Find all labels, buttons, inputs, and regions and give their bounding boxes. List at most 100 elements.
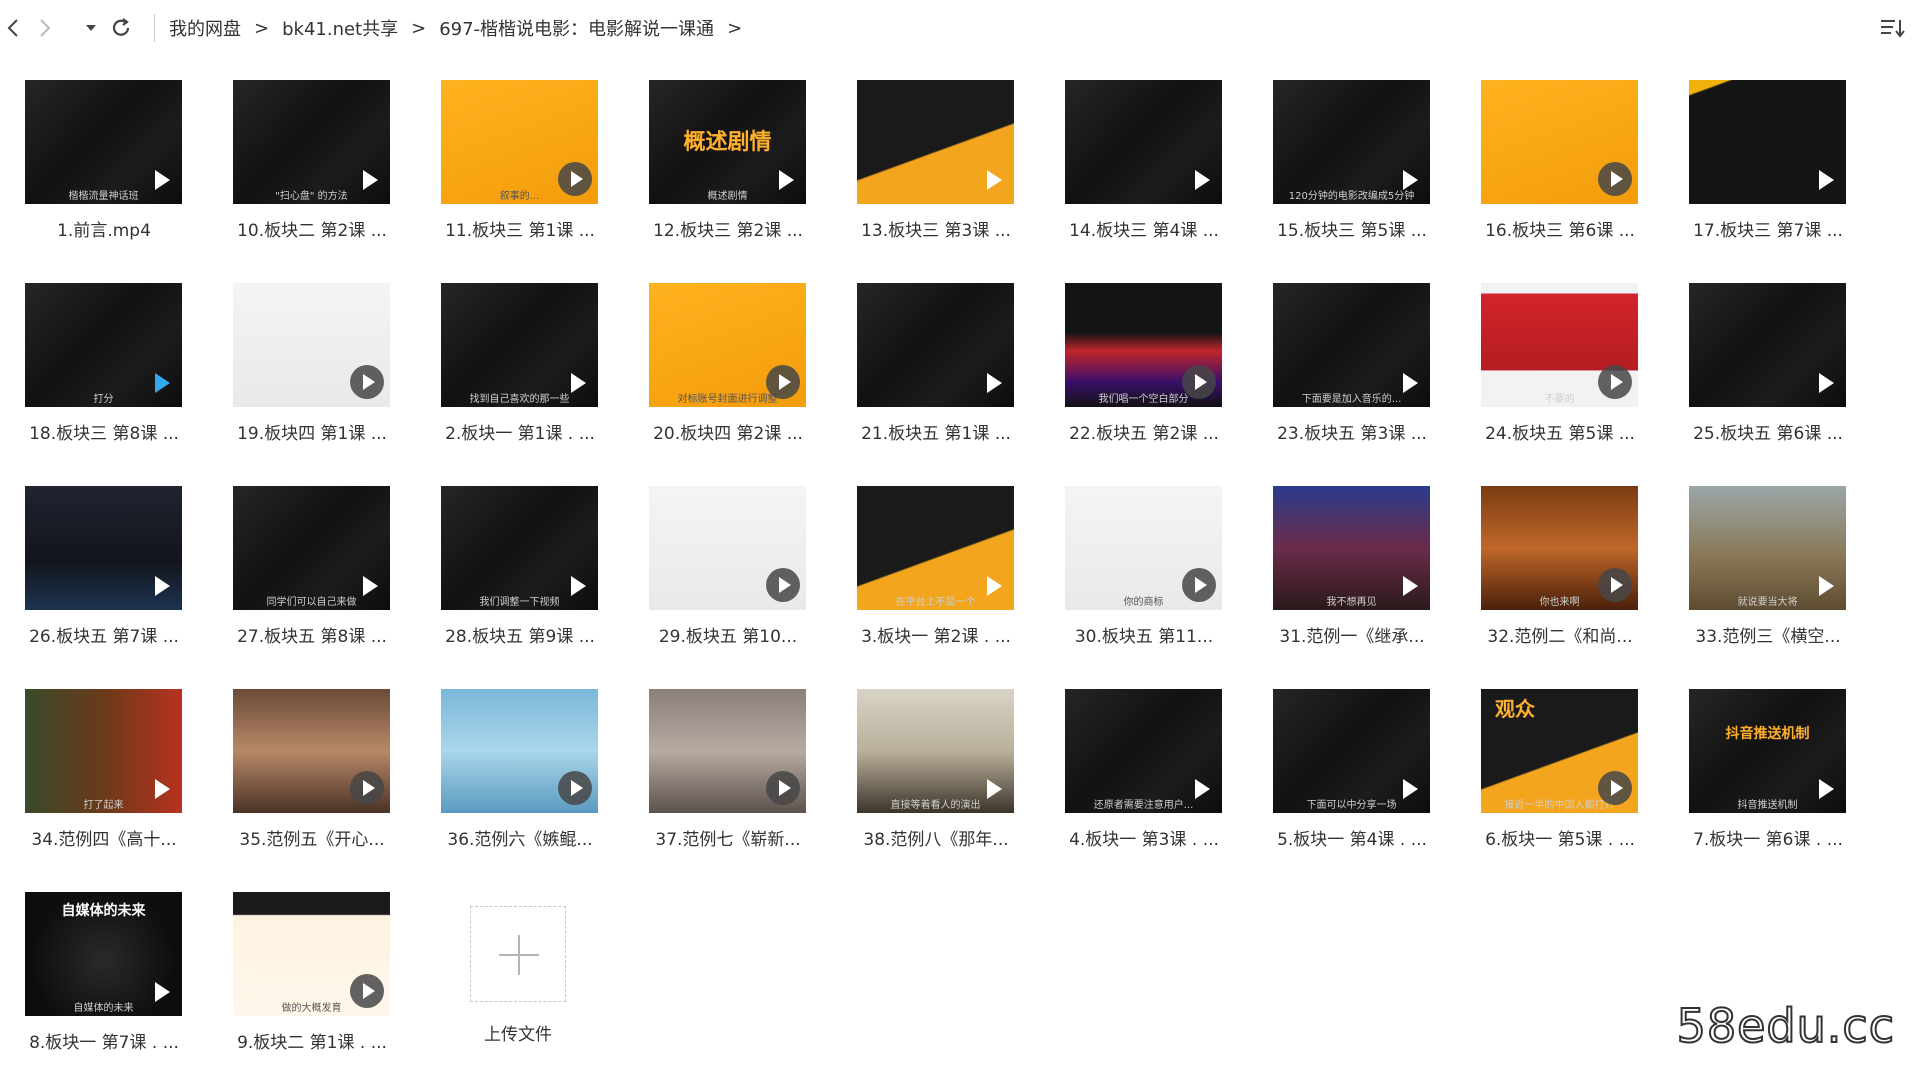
video-thumbnail[interactable] — [25, 486, 182, 610]
video-thumbnail[interactable]: 找到自己喜欢的那一些 — [441, 283, 598, 407]
video-thumbnail[interactable]: 在平台上不是一个 — [857, 486, 1014, 610]
file-name: 25.板块五 第6课 ... — [1693, 424, 1843, 444]
file-item[interactable]: 37.范例七《崭新... — [614, 689, 806, 879]
file-item[interactable]: 对标账号封面进行调整 20.板块四 第2课 ... — [614, 283, 806, 473]
video-thumbnail[interactable] — [857, 283, 1014, 407]
file-item[interactable]: 我们调整一下视频 28.板块五 第9课 ... — [406, 486, 598, 676]
breadcrumb-separator: > — [254, 17, 270, 39]
file-item[interactable]: 你的商标 30.板块五 第11... — [1030, 486, 1222, 676]
history-dropdown[interactable] — [78, 14, 104, 42]
file-item[interactable]: 19.板块四 第1课 ... — [198, 283, 390, 473]
video-thumbnail[interactable] — [1065, 80, 1222, 204]
file-item[interactable]: 25.板块五 第6课 ... — [1654, 283, 1846, 473]
file-name: 30.板块五 第11... — [1074, 627, 1214, 647]
breadcrumb-item[interactable]: 697-楷楷说电影：电影解说一课通 — [439, 15, 714, 41]
video-thumbnail[interactable]: 我们调整一下视频 — [441, 486, 598, 610]
file-item[interactable]: 17.板块三 第7课 ... — [1654, 80, 1846, 270]
file-name: 29.板块五 第10... — [658, 627, 798, 647]
forward-button[interactable] — [32, 14, 58, 42]
video-thumbnail[interactable]: 还原者需要注意用户... — [1065, 689, 1222, 813]
breadcrumb-item[interactable]: bk41.net共享 — [282, 15, 398, 41]
file-item[interactable]: 29.板块五 第10... — [614, 486, 806, 676]
file-item[interactable]: 自媒体的未来 自媒体的未来 8.板块一 第7课 . ... — [0, 892, 182, 1082]
video-thumbnail[interactable]: "扫心盘" 的方法 — [233, 80, 390, 204]
file-item[interactable]: 还原者需要注意用户... 4.板块一 第3课 . ... — [1030, 689, 1222, 879]
file-name: 13.板块三 第3课 ... — [861, 221, 1011, 241]
file-item[interactable]: 我们唱一个空白部分 22.板块五 第2课 ... — [1030, 283, 1222, 473]
file-item[interactable]: 直接等着看人的演出 38.范例八《那年... — [822, 689, 1014, 879]
file-name: 18.板块三 第8课 ... — [29, 424, 179, 444]
file-item[interactable]: 同学们可以自己来做 27.板块五 第8课 ... — [198, 486, 390, 676]
video-thumbnail[interactable] — [1689, 80, 1846, 204]
file-item[interactable]: 26.板块五 第7课 ... — [0, 486, 182, 676]
upload-button[interactable] — [470, 906, 566, 1002]
video-thumbnail[interactable]: 观众 接近一半的中国人都打开 — [1481, 689, 1638, 813]
file-item[interactable]: 就说要当大将 33.范例三《横空... — [1654, 486, 1846, 676]
sort-button[interactable] — [1877, 14, 1907, 42]
file-item[interactable]: "扫心盘" 的方法 10.板块二 第2课 ... — [198, 80, 390, 270]
play-icon — [1819, 576, 1834, 596]
file-item[interactable]: 观众 接近一半的中国人都打开 6.板块一 第5课 . ... — [1446, 689, 1638, 879]
file-item[interactable]: 16.板块三 第6课 ... — [1446, 80, 1638, 270]
video-thumbnail[interactable]: 下面可以中分享一场 — [1273, 689, 1430, 813]
file-name: 37.范例七《崭新... — [655, 830, 801, 850]
file-item[interactable]: 在平台上不是一个 3.板块一 第2课 . ... — [822, 486, 1014, 676]
play-icon — [571, 373, 586, 393]
file-item[interactable]: 我不想再见 31.范例一《继承... — [1238, 486, 1430, 676]
file-item[interactable]: 下面要是加入音乐的... 23.板块五 第3课 ... — [1238, 283, 1430, 473]
video-thumbnail[interactable] — [1689, 283, 1846, 407]
video-thumbnail[interactable]: 下面要是加入音乐的... — [1273, 283, 1430, 407]
file-item[interactable]: 楷楷流量神话班 1.前言.mp4 — [0, 80, 182, 270]
file-item[interactable]: 21.板块五 第1课 ... — [822, 283, 1014, 473]
file-item[interactable]: 叙事的... 11.板块三 第1课 ... — [406, 80, 598, 270]
breadcrumb-item[interactable]: 我的网盘 — [169, 15, 241, 41]
video-thumbnail[interactable]: 我们唱一个空白部分 — [1065, 283, 1222, 407]
video-thumbnail[interactable]: 你也来啊 — [1481, 486, 1638, 610]
file-item[interactable]: 不要的 24.板块五 第5课 ... — [1446, 283, 1638, 473]
file-item[interactable]: 打分 18.板块三 第8课 ... — [0, 283, 182, 473]
video-thumbnail[interactable] — [1481, 80, 1638, 204]
file-item[interactable]: 14.板块三 第4课 ... — [1030, 80, 1222, 270]
file-item[interactable]: 找到自己喜欢的那一些 2.板块一 第1课 . ... — [406, 283, 598, 473]
video-thumbnail[interactable]: 120分钟的电影改编成5分钟 — [1273, 80, 1430, 204]
refresh-button[interactable] — [108, 14, 134, 42]
video-thumbnail[interactable] — [233, 283, 390, 407]
video-thumbnail[interactable]: 对标账号封面进行调整 — [649, 283, 806, 407]
video-thumbnail[interactable]: 我不想再见 — [1273, 486, 1430, 610]
video-thumbnail[interactable]: 做的大概发育 — [233, 892, 390, 1016]
file-item[interactable]: 抖音推送机制 抖音推送机制 7.板块一 第6课 . ... — [1654, 689, 1846, 879]
video-thumbnail[interactable] — [649, 486, 806, 610]
video-thumbnail[interactable]: 打分 — [25, 283, 182, 407]
file-item[interactable]: 下面可以中分享一场 5.板块一 第4课 . ... — [1238, 689, 1430, 879]
file-item[interactable]: 35.范例五《开心... — [198, 689, 390, 879]
file-item[interactable]: 概述剧情 概述剧情 12.板块三 第2课 ... — [614, 80, 806, 270]
file-item[interactable]: 120分钟的电影改编成5分钟 15.板块三 第5课 ... — [1238, 80, 1430, 270]
video-thumbnail[interactable]: 概述剧情 概述剧情 — [649, 80, 806, 204]
video-thumbnail[interactable] — [857, 80, 1014, 204]
file-name: 16.板块三 第6课 ... — [1485, 221, 1635, 241]
file-name: 15.板块三 第5课 ... — [1277, 221, 1427, 241]
video-thumbnail[interactable]: 就说要当大将 — [1689, 486, 1846, 610]
video-thumbnail[interactable]: 打了起来 — [25, 689, 182, 813]
file-name: 19.板块四 第1课 ... — [237, 424, 387, 444]
file-name: 23.板块五 第3课 ... — [1277, 424, 1427, 444]
file-item[interactable]: 做的大概发育 9.板块二 第1课 . ... — [198, 892, 390, 1082]
video-thumbnail[interactable]: 自媒体的未来 自媒体的未来 — [25, 892, 182, 1016]
video-thumbnail[interactable] — [649, 689, 806, 813]
video-thumbnail[interactable] — [441, 689, 598, 813]
file-item[interactable]: 打了起来 34.范例四《高十... — [0, 689, 182, 879]
back-button[interactable] — [0, 14, 26, 42]
video-thumbnail[interactable]: 你的商标 — [1065, 486, 1222, 610]
file-item[interactable]: 你也来啊 32.范例二《和尚... — [1446, 486, 1638, 676]
file-name: 7.板块一 第6课 . ... — [1693, 830, 1843, 850]
video-thumbnail[interactable]: 楷楷流量神话班 — [25, 80, 182, 204]
video-thumbnail[interactable]: 直接等着看人的演出 — [857, 689, 1014, 813]
file-item[interactable]: 36.范例六《嫉鲲... — [406, 689, 598, 879]
video-thumbnail[interactable]: 同学们可以自己来做 — [233, 486, 390, 610]
file-item[interactable]: 13.板块三 第3课 ... — [822, 80, 1014, 270]
video-thumbnail[interactable]: 抖音推送机制 抖音推送机制 — [1689, 689, 1846, 813]
video-thumbnail[interactable]: 叙事的... — [441, 80, 598, 204]
video-thumbnail[interactable] — [233, 689, 390, 813]
file-name: 35.范例五《开心... — [239, 830, 385, 850]
video-thumbnail[interactable]: 不要的 — [1481, 283, 1638, 407]
